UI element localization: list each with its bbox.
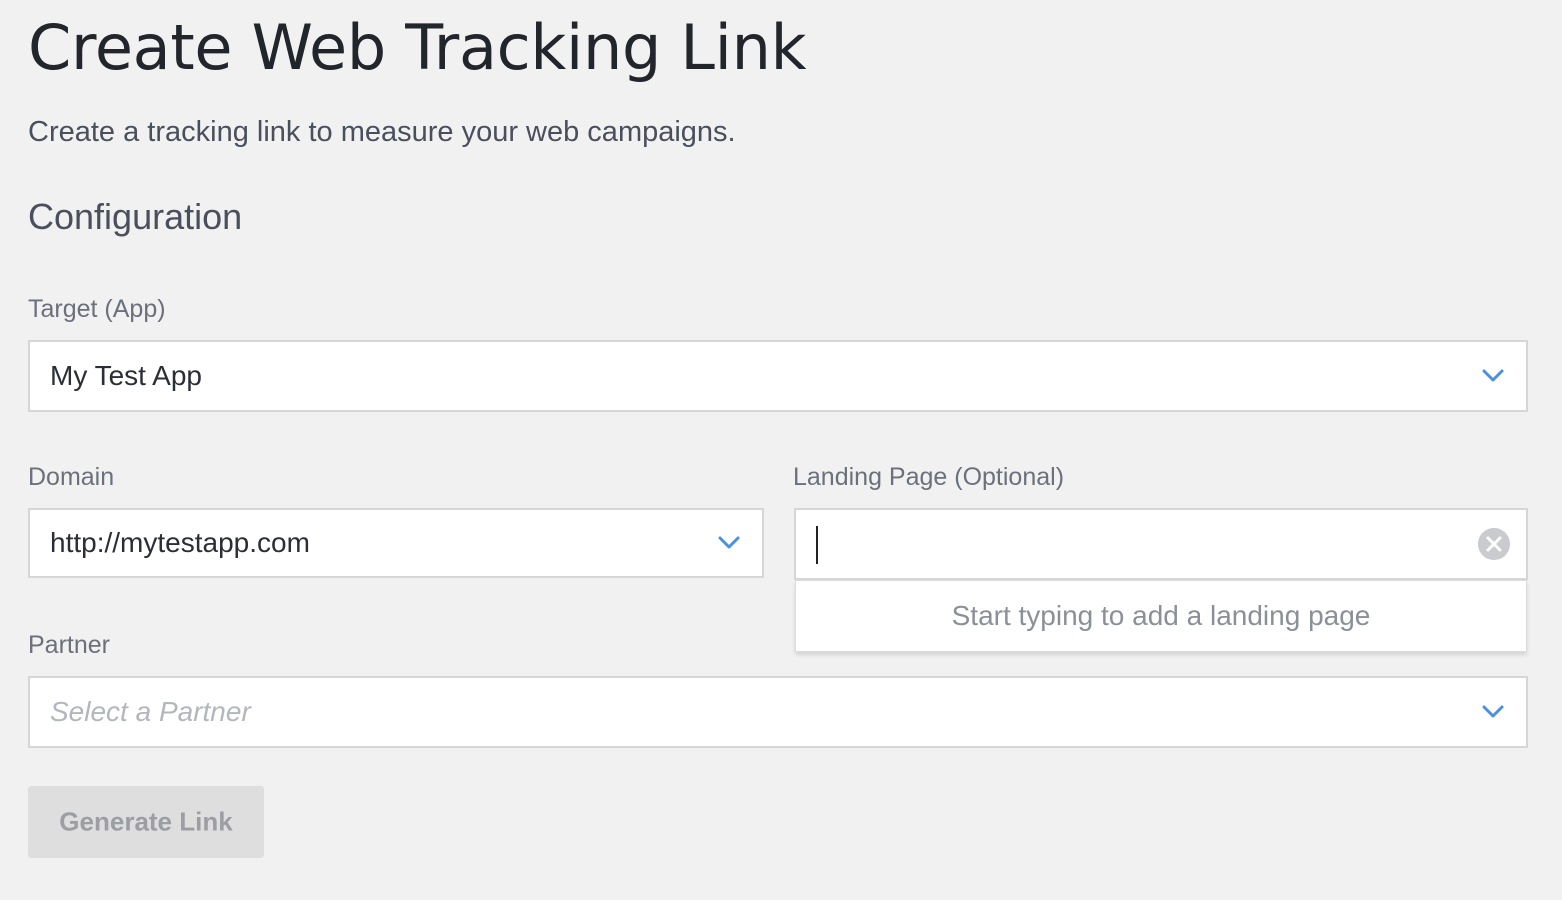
domain-label: Domain [28,463,115,491]
chevron-down-icon [1482,705,1504,718]
target-app-label: Target (App) [28,295,166,323]
partner-placeholder: Select a Partner [50,696,251,727]
generate-link-button[interactable]: Generate Link [28,786,264,858]
landing-page-dropdown-hint: Start typing to add a landing page [951,600,1371,631]
domain-select[interactable]: http://mytestapp.com [28,508,764,578]
landing-page-dropdown: Start typing to add a landing page [795,580,1527,652]
chevron-down-icon [1482,369,1504,382]
generate-link-label: Generate Link [59,806,233,837]
section-title-configuration: Configuration [28,196,243,237]
text-cursor [816,526,818,564]
target-app-select[interactable]: My Test App [28,340,1528,412]
clear-circle-icon[interactable] [1478,528,1510,560]
partner-label: Partner [28,631,110,659]
domain-value: http://mytestapp.com [50,527,310,558]
chevron-down-icon [718,536,740,549]
page-subtitle: Create a tracking link to measure your w… [28,116,736,148]
landing-page-input[interactable] [794,508,1528,580]
partner-select[interactable]: Select a Partner [28,676,1528,748]
page-title: Create Web Tracking Link [28,11,807,84]
target-app-value: My Test App [50,360,203,391]
landing-page-label: Landing Page (Optional) [793,463,1065,491]
